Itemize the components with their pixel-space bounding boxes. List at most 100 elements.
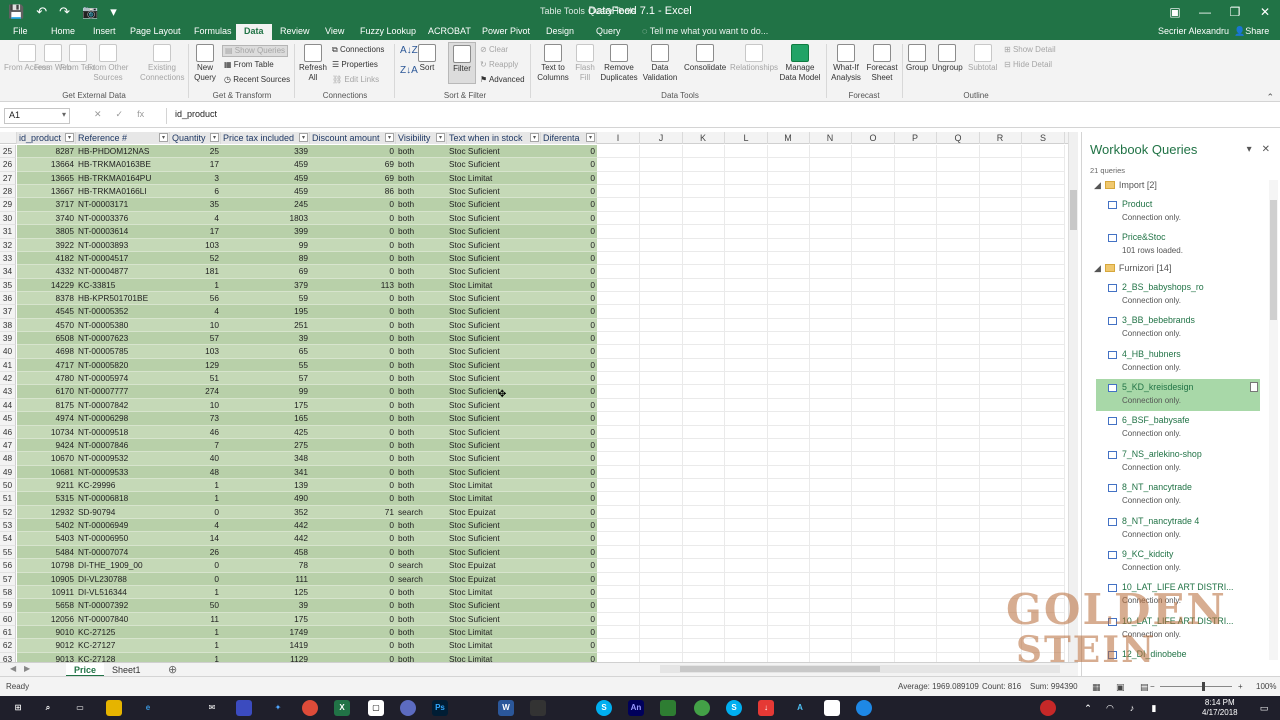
cell-id[interactable]: 6508	[17, 332, 76, 346]
empty-cell[interactable]	[725, 425, 768, 439]
excel-icon[interactable]: X	[334, 700, 350, 716]
empty-cell[interactable]	[682, 278, 725, 292]
empty-cell[interactable]	[1022, 198, 1065, 212]
cell-qty[interactable]: 4	[170, 211, 221, 226]
empty-cell[interactable]	[937, 171, 980, 186]
empty-cell[interactable]	[767, 572, 810, 586]
tab-query[interactable]: Query	[596, 26, 621, 36]
connections-button[interactable]: ⧉ Connections	[332, 45, 384, 55]
empty-cell[interactable]	[767, 479, 810, 493]
empty-cell[interactable]	[1022, 519, 1065, 533]
cell-stock[interactable]: Stoc Suficient	[447, 412, 541, 426]
empty-cell[interactable]	[767, 251, 810, 266]
empty-cell[interactable]	[852, 398, 895, 413]
cell-id[interactable]: 14229	[17, 278, 76, 292]
empty-cell[interactable]	[682, 185, 725, 199]
cell-stock[interactable]: Stoc Suficient	[447, 452, 541, 466]
empty-cell[interactable]	[809, 425, 852, 439]
app-icon[interactable]	[236, 700, 252, 716]
row-header[interactable]: 49	[0, 465, 16, 479]
empty-cell[interactable]	[852, 171, 895, 186]
empty-cell[interactable]	[979, 225, 1022, 239]
cell-ref[interactable]: NT-00005974	[76, 372, 170, 386]
cell-price[interactable]: 341	[221, 465, 310, 479]
photoshop-icon[interactable]: Ps	[432, 700, 448, 716]
empty-cell[interactable]	[682, 639, 725, 653]
empty-cell[interactable]	[640, 372, 683, 386]
cell-disc[interactable]: 0	[310, 438, 396, 453]
empty-cell[interactable]	[979, 652, 1022, 662]
flash-fill-button[interactable]: Flash Fill	[574, 44, 596, 83]
cell-id[interactable]: 9012	[17, 639, 76, 653]
empty-cell[interactable]	[725, 492, 768, 506]
cell-stock[interactable]: Stoc Limitat	[447, 278, 541, 292]
empty-cell[interactable]	[1022, 532, 1065, 546]
cell-ref[interactable]: KC-27128	[76, 652, 170, 662]
empty-cell[interactable]	[767, 585, 810, 600]
cell-disc[interactable]: 0	[310, 492, 396, 506]
cell-qty[interactable]: 10	[170, 398, 221, 413]
cell-vis[interactable]: both	[396, 145, 447, 159]
empty-cell[interactable]	[852, 158, 895, 172]
empty-cell[interactable]	[640, 305, 683, 319]
empty-cell[interactable]	[682, 465, 725, 479]
file-explorer-icon[interactable]	[106, 700, 122, 716]
empty-cell[interactable]	[937, 318, 980, 333]
cell-vis[interactable]: both	[396, 425, 447, 439]
cell-qty[interactable]: 0	[170, 559, 221, 573]
cell-id[interactable]: 10670	[17, 452, 76, 466]
query-item[interactable]: 7_NS_arlekino-shop Connection only.	[1096, 446, 1260, 478]
cell-price[interactable]: 69	[221, 265, 310, 279]
empty-cell[interactable]	[725, 519, 768, 533]
filter-dropdown-icon[interactable]: ▾	[210, 133, 219, 142]
column-header[interactable]: L	[725, 132, 768, 144]
empty-cell[interactable]	[1022, 452, 1065, 466]
record-icon[interactable]	[1040, 700, 1056, 716]
cell-qty[interactable]: 26	[170, 545, 221, 560]
cell-dif[interactable]: 0	[541, 452, 597, 466]
empty-cell[interactable]	[597, 492, 640, 506]
empty-cell[interactable]	[937, 545, 980, 560]
empty-cell[interactable]	[682, 145, 725, 159]
cell-qty[interactable]: 40	[170, 452, 221, 466]
table-header-id[interactable]: id_product ▾	[17, 132, 76, 144]
reapply-button[interactable]: ↻ Reapply	[480, 60, 518, 70]
cell-vis[interactable]: both	[396, 305, 447, 319]
cell-ref[interactable]: NT-00007074	[76, 545, 170, 560]
empty-cell[interactable]	[682, 505, 725, 520]
app-icon[interactable]: A	[792, 700, 808, 716]
cell-disc[interactable]: 0	[310, 305, 396, 319]
empty-cell[interactable]	[767, 238, 810, 252]
taskbar-clock[interactable]: 8:14 PM 4/17/2018	[1202, 698, 1238, 718]
consolidate-button[interactable]: Consolidate	[684, 44, 726, 73]
worksheet-grid[interactable]: id_product ▾ Reference # ▾ Quantity ▾ Price ta…	[0, 132, 1068, 662]
cell-id[interactable]: 12056	[17, 612, 76, 626]
empty-cell[interactable]	[979, 639, 1022, 653]
empty-cell[interactable]	[1022, 385, 1065, 399]
empty-cell[interactable]	[767, 171, 810, 186]
empty-cell[interactable]	[979, 238, 1022, 252]
empty-cell[interactable]	[640, 612, 683, 626]
empty-cell[interactable]	[640, 145, 683, 159]
cell-qty[interactable]: 3	[170, 171, 221, 186]
row-header[interactable]: 44	[0, 398, 16, 413]
cell-stock[interactable]: Stoc Limitat	[447, 492, 541, 506]
empty-cell[interactable]	[852, 305, 895, 319]
cell-ref[interactable]: KC-29996	[76, 479, 170, 493]
empty-cell[interactable]	[894, 345, 937, 359]
cell-disc[interactable]: 0	[310, 612, 396, 626]
cell-vis[interactable]: both	[396, 171, 447, 186]
cell-price[interactable]: 89	[221, 251, 310, 266]
cell-vis[interactable]: both	[396, 465, 447, 479]
cell-qty[interactable]: 103	[170, 238, 221, 252]
empty-cell[interactable]	[725, 652, 768, 662]
collapse-triangle-icon[interactable]: ◢	[1094, 180, 1101, 190]
empty-cell[interactable]	[852, 452, 895, 466]
row-header[interactable]: 31	[0, 225, 16, 239]
empty-cell[interactable]	[894, 251, 937, 266]
empty-cell[interactable]	[1022, 585, 1065, 600]
cell-dif[interactable]: 0	[541, 652, 597, 662]
empty-cell[interactable]	[809, 385, 852, 399]
cell-disc[interactable]: 0	[310, 265, 396, 279]
empty-cell[interactable]	[894, 158, 937, 172]
